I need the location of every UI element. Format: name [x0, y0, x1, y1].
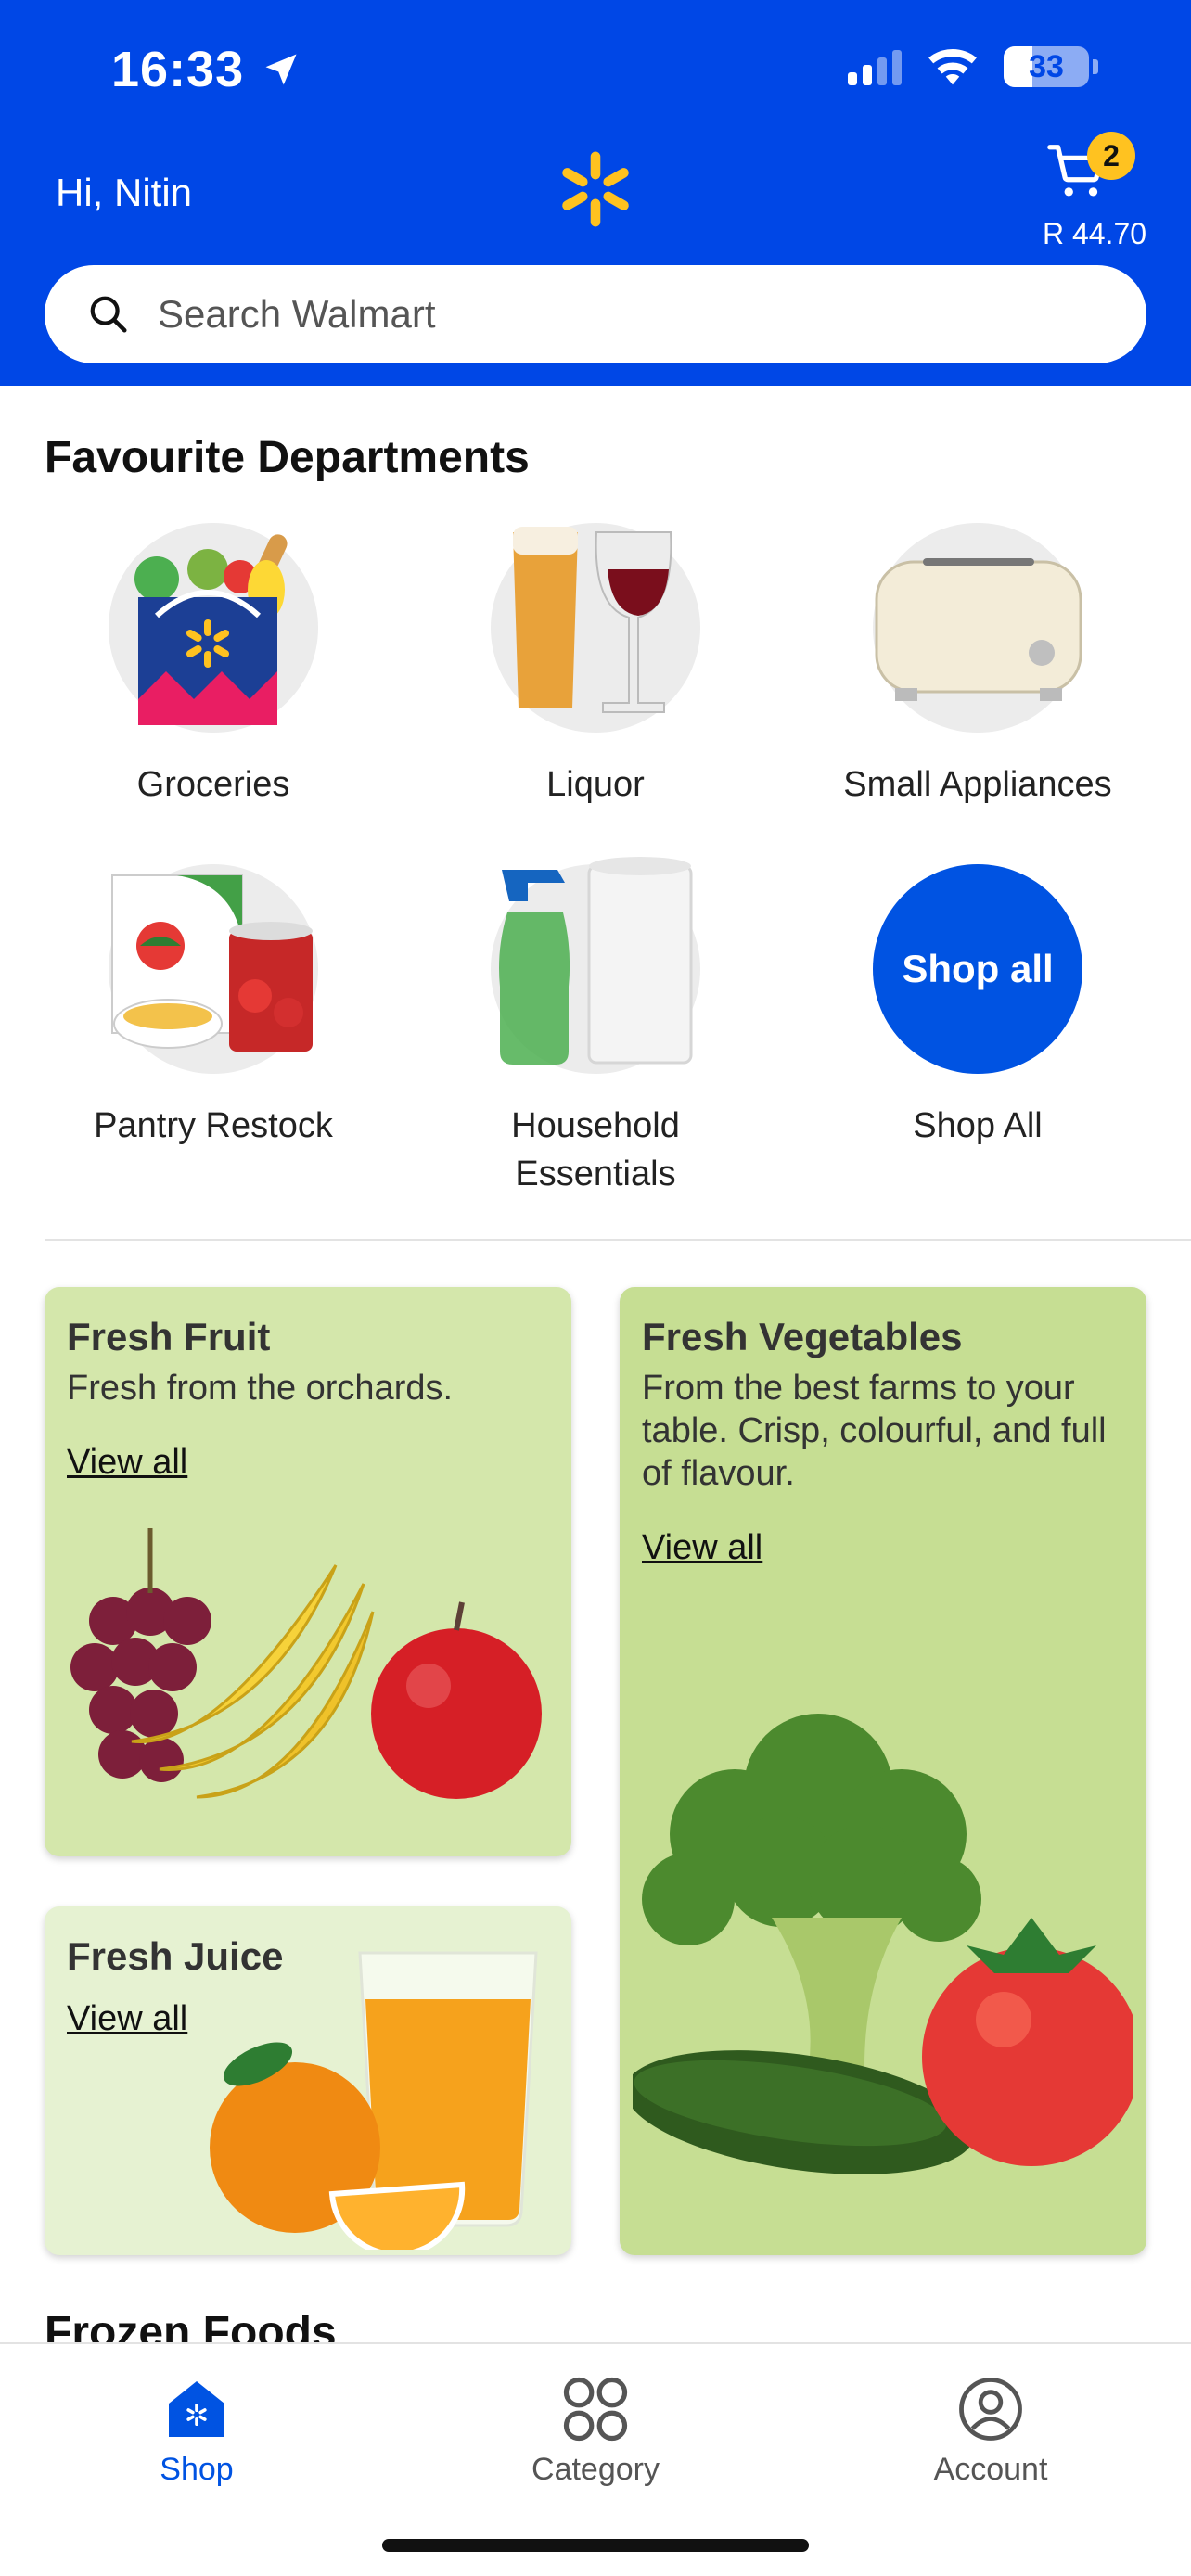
status-bar-time: 16:33: [111, 41, 301, 98]
toaster-icon: [873, 523, 1082, 733]
home-indicator[interactable]: [382, 2539, 809, 2552]
dept-label: Small Appliances: [843, 765, 1112, 804]
search-bar[interactable]: [45, 265, 1146, 363]
dept-small-appliances[interactable]: Small Appliances: [783, 523, 1172, 809]
view-all-link[interactable]: View all: [67, 1443, 187, 1483]
battery-icon: 33: [1004, 46, 1089, 87]
shop-all-button[interactable]: Shop all: [873, 864, 1082, 1074]
cellular-signal-icon: [848, 48, 902, 85]
location-arrow-icon: [265, 54, 297, 85]
vegetables-illustration: [633, 1714, 1133, 2174]
nav-account[interactable]: Account: [852, 2372, 1130, 2488]
nav-shop[interactable]: Shop: [58, 2372, 336, 2488]
beer-wine-icon: [491, 523, 700, 733]
dept-label: Household Essentials: [511, 1106, 680, 1193]
dept-liquor[interactable]: Liquor: [401, 523, 790, 809]
nav-label: Account: [933, 2452, 1048, 2487]
app-header: 16:33 33 Hi, Nitin 2 R 44.70: [0, 0, 1191, 386]
juice-illustration: [210, 1951, 538, 2250]
category-grid-icon: [563, 2377, 628, 2442]
nav-category[interactable]: Category: [456, 2372, 735, 2488]
card-fresh-juice[interactable]: Fresh Juice View all: [45, 1906, 571, 2255]
cart-count-badge[interactable]: 2: [1087, 132, 1135, 180]
fruit-illustration: [70, 1528, 542, 1799]
dept-label: Shop All: [913, 1106, 1043, 1145]
card-fresh-vegetables[interactable]: Fresh Vegetables From the best farms to …: [620, 1287, 1146, 2255]
card-fresh-fruit[interactable]: Fresh Fruit Fresh from the orchards. Vie…: [45, 1287, 571, 1856]
dept-label: Pantry Restock: [94, 1106, 333, 1145]
dept-groceries[interactable]: Groceries: [19, 523, 408, 809]
dept-label: Groceries: [136, 765, 290, 804]
nav-label: Shop: [160, 2452, 234, 2487]
departments-title: Favourite Departments: [45, 433, 530, 482]
status-bar-icons: 33: [848, 46, 1098, 87]
search-input[interactable]: [158, 292, 992, 337]
card-title: Fresh Vegetables: [642, 1315, 963, 1358]
grocery-bag-icon: [109, 523, 318, 733]
section-divider: [45, 1239, 1191, 1241]
greeting-text: Hi, Nitin: [56, 171, 193, 214]
dept-label: Liquor: [546, 765, 645, 804]
cart-total[interactable]: R 44.70: [1020, 217, 1169, 251]
account-icon: [959, 2378, 1022, 2441]
card-subtitle: From the best farms to your table. Crisp…: [642, 1369, 1107, 1493]
view-all-link[interactable]: View all: [67, 1999, 187, 2039]
card-title: Fresh Fruit: [67, 1315, 271, 1358]
search-icon: [90, 296, 127, 333]
shop-home-icon: [169, 2381, 224, 2437]
card-subtitle: Fresh from the orchards.: [67, 1369, 454, 1408]
walmart-spark-logo[interactable]: [555, 148, 636, 230]
dept-pantry-restock[interactable]: Pantry Restock: [19, 864, 408, 1150]
dept-household-essentials[interactable]: Household Essentials: [401, 857, 790, 1198]
wifi-icon: [928, 49, 977, 85]
frozen-foods-title: Frozen Foods: [45, 2308, 337, 2342]
cereal-tin-icon: [109, 864, 318, 1074]
nav-label: Category: [531, 2452, 660, 2487]
spray-paper-towel-icon: [491, 857, 700, 1074]
dept-shop-all[interactable]: Shop all Shop All: [783, 864, 1172, 1150]
view-all-link[interactable]: View all: [642, 1528, 762, 1568]
